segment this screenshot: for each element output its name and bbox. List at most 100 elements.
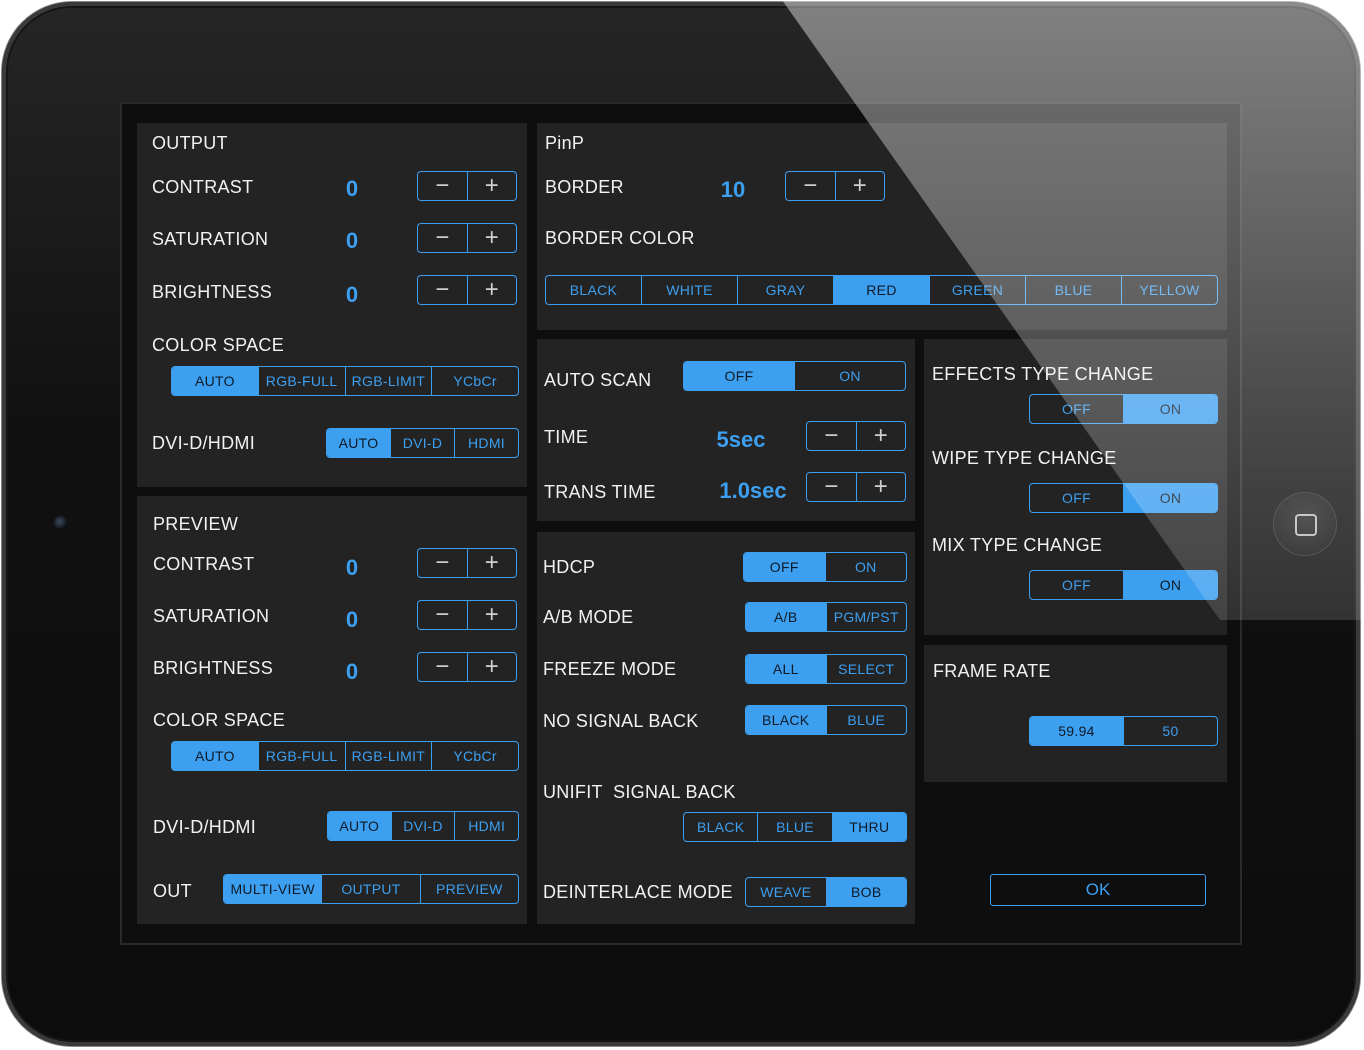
option-hdmi[interactable]: HDMI xyxy=(454,429,518,457)
option-off[interactable]: OFF xyxy=(1030,484,1123,512)
minus-button[interactable]: − xyxy=(807,422,856,450)
option-select[interactable]: SELECT xyxy=(825,655,907,683)
plus-button[interactable]: + xyxy=(466,276,517,304)
option-dvi-d[interactable]: DVI-D xyxy=(390,429,454,457)
option-white[interactable]: WHITE xyxy=(641,276,737,304)
ab-mode-toggle[interactable]: A/B PGM/PST xyxy=(745,602,907,632)
option-ycbcr[interactable]: YCbCr xyxy=(431,367,518,395)
no-signal-back-toggle[interactable]: BLACK BLUE xyxy=(745,705,907,735)
option-pgm-pst[interactable]: PGM/PST xyxy=(825,603,907,631)
pinp-border-color-selector[interactable]: BLACK WHITE GRAY RED GREEN BLUE YELLOW xyxy=(545,275,1218,305)
option-on[interactable]: ON xyxy=(1123,571,1217,599)
plus-button[interactable]: + xyxy=(466,224,517,252)
option-auto[interactable]: AUTO xyxy=(172,742,258,770)
option-off[interactable]: OFF xyxy=(684,362,794,390)
pinp-title: PinP xyxy=(545,133,585,153)
preview-saturation-stepper[interactable]: − + xyxy=(417,600,517,630)
preview-brightness-value: 0 xyxy=(345,659,359,684)
option-black[interactable]: BLACK xyxy=(746,706,826,734)
mix-type-change-toggle[interactable]: OFF ON xyxy=(1029,570,1218,600)
freeze-mode-toggle[interactable]: ALL SELECT xyxy=(745,654,907,684)
deinterlace-mode-toggle[interactable]: WEAVE BOB xyxy=(745,877,907,907)
output-brightness-label: BRIGHTNESS xyxy=(152,282,273,302)
plus-button[interactable]: + xyxy=(466,172,517,200)
option-red[interactable]: RED xyxy=(833,276,929,304)
option-auto[interactable]: AUTO xyxy=(328,812,391,840)
preview-out-selector[interactable]: MULTI-VIEW OUTPUT PREVIEW xyxy=(223,874,519,904)
minus-button[interactable]: − xyxy=(418,276,467,304)
output-saturation-stepper[interactable]: − + xyxy=(417,223,517,253)
preview-brightness-stepper[interactable]: − + xyxy=(417,652,517,682)
minus-button[interactable]: − xyxy=(786,172,835,200)
output-color-space-selector[interactable]: AUTO RGB-FULL RGB-LIMIT YCbCr xyxy=(171,366,519,396)
preview-dvi-selector[interactable]: AUTO DVI-D HDMI xyxy=(327,811,519,841)
minus-button[interactable]: − xyxy=(418,224,467,252)
plus-button[interactable]: + xyxy=(466,653,517,681)
option-green[interactable]: GREEN xyxy=(929,276,1025,304)
option-rgb-limit[interactable]: RGB-LIMIT xyxy=(344,367,432,395)
plus-button[interactable]: + xyxy=(466,601,517,629)
preview-contrast-stepper[interactable]: − + xyxy=(417,548,517,578)
wipe-type-change-toggle[interactable]: OFF ON xyxy=(1029,483,1218,513)
option-50[interactable]: 50 xyxy=(1123,717,1217,745)
effects-type-change-toggle[interactable]: OFF ON xyxy=(1029,394,1218,424)
auto-scan-label: AUTO SCAN xyxy=(544,370,652,390)
trans-time-stepper[interactable]: − + xyxy=(806,472,906,502)
option-black[interactable]: BLACK xyxy=(546,276,641,304)
option-dvi-d[interactable]: DVI-D xyxy=(390,812,455,840)
preview-color-space-selector[interactable]: AUTO RGB-FULL RGB-LIMIT YCbCr xyxy=(171,741,519,771)
pinp-border-stepper[interactable]: − + xyxy=(785,171,885,201)
plus-button[interactable]: + xyxy=(855,422,906,450)
option-hdmi[interactable]: HDMI xyxy=(454,812,518,840)
unifit-signal-back-selector[interactable]: BLACK BLUE THRU xyxy=(683,812,907,842)
minus-button[interactable]: − xyxy=(418,549,467,577)
minus-button[interactable]: − xyxy=(418,601,467,629)
option-output[interactable]: OUTPUT xyxy=(321,875,419,903)
home-button[interactable] xyxy=(1273,492,1337,556)
option-on[interactable]: ON xyxy=(1123,395,1217,423)
output-dvi-selector[interactable]: AUTO DVI-D HDMI xyxy=(326,428,519,458)
time-stepper[interactable]: − + xyxy=(806,421,906,451)
option-multi-view[interactable]: MULTI-VIEW xyxy=(224,875,322,903)
auto-scan-toggle[interactable]: OFF ON xyxy=(683,361,906,391)
option-blue[interactable]: BLUE xyxy=(757,813,831,841)
option-off[interactable]: OFF xyxy=(1030,571,1123,599)
option-bob[interactable]: BOB xyxy=(825,878,906,906)
option-rgb-full[interactable]: RGB-FULL xyxy=(257,742,345,770)
minus-button[interactable]: − xyxy=(418,172,467,200)
plus-button[interactable]: + xyxy=(834,172,885,200)
frame-rate-toggle[interactable]: 59.94 50 xyxy=(1029,716,1218,746)
option-rgb-limit[interactable]: RGB-LIMIT xyxy=(344,742,432,770)
option-auto[interactable]: AUTO xyxy=(327,429,390,457)
hdcp-toggle[interactable]: OFF ON xyxy=(743,552,907,582)
option-preview[interactable]: PREVIEW xyxy=(419,875,518,903)
output-brightness-stepper[interactable]: − + xyxy=(417,275,517,305)
option-all[interactable]: ALL xyxy=(746,655,826,683)
option-weave[interactable]: WEAVE xyxy=(746,878,826,906)
plus-button[interactable]: + xyxy=(466,549,517,577)
option-thru[interactable]: THRU xyxy=(831,813,906,841)
option-yellow[interactable]: YELLOW xyxy=(1121,276,1217,304)
ok-button[interactable]: OK xyxy=(990,874,1206,906)
pinp-border-color-label: BORDER COLOR xyxy=(545,228,695,248)
option-off[interactable]: OFF xyxy=(744,553,825,581)
option-blue[interactable]: BLUE xyxy=(1025,276,1121,304)
option-on[interactable]: ON xyxy=(824,553,907,581)
preview-contrast-label: CONTRAST xyxy=(153,554,255,574)
option-auto[interactable]: AUTO xyxy=(172,367,258,395)
option-off[interactable]: OFF xyxy=(1030,395,1123,423)
option-a-b[interactable]: A/B xyxy=(746,603,826,631)
option-on[interactable]: ON xyxy=(1123,484,1217,512)
option-59-94[interactable]: 59.94 xyxy=(1030,717,1123,745)
minus-button[interactable]: − xyxy=(807,473,856,501)
option-ycbcr[interactable]: YCbCr xyxy=(431,742,518,770)
output-contrast-stepper[interactable]: − + xyxy=(417,171,517,201)
option-black[interactable]: BLACK xyxy=(684,813,757,841)
ab-mode-label: A/B MODE xyxy=(543,607,634,627)
option-gray[interactable]: GRAY xyxy=(737,276,833,304)
option-on[interactable]: ON xyxy=(794,362,905,390)
option-blue[interactable]: BLUE xyxy=(825,706,907,734)
option-rgb-full[interactable]: RGB-FULL xyxy=(257,367,345,395)
plus-button[interactable]: + xyxy=(855,473,906,501)
minus-button[interactable]: − xyxy=(418,653,467,681)
